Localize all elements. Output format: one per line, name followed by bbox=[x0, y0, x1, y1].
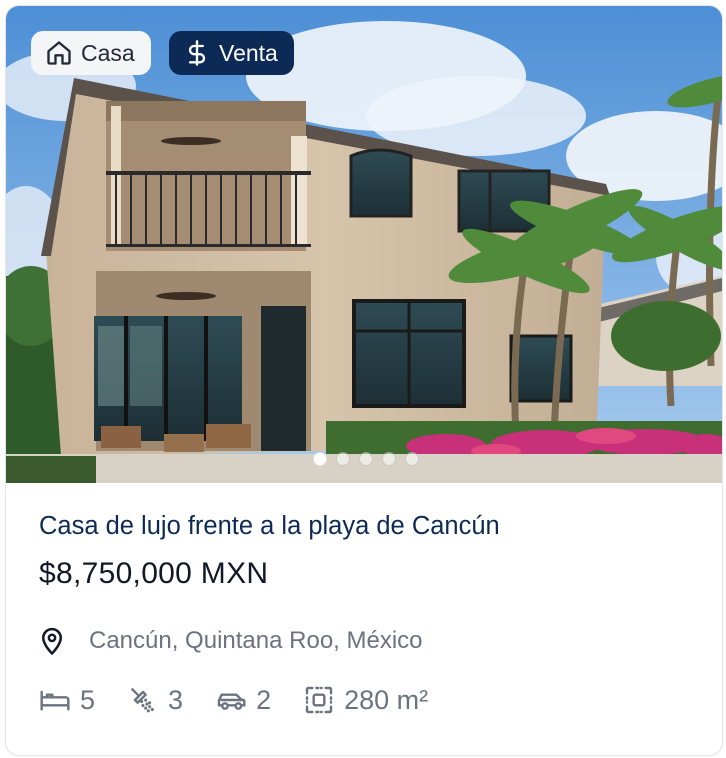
operation-badge: Venta bbox=[169, 31, 294, 75]
gallery-pagination bbox=[313, 452, 419, 466]
feature-bathrooms: 3 bbox=[127, 684, 183, 716]
feature-bedrooms: 5 bbox=[39, 684, 95, 716]
area-value: 280 m² bbox=[344, 684, 429, 715]
listing-price: $8,750,000 MXN bbox=[39, 557, 269, 590]
parking-count: 2 bbox=[256, 684, 272, 715]
gallery-dot[interactable] bbox=[313, 452, 327, 466]
property-type-label: Casa bbox=[81, 39, 135, 66]
area-icon bbox=[305, 686, 333, 714]
location-row: Cancún, Quintana Roo, México bbox=[37, 626, 423, 656]
bathrooms-count: 3 bbox=[168, 684, 184, 715]
bed-icon bbox=[40, 690, 70, 711]
shower-icon bbox=[131, 688, 154, 713]
gallery-dot[interactable] bbox=[359, 452, 373, 466]
home-icon bbox=[47, 41, 71, 65]
feature-parking: 2 bbox=[215, 684, 271, 716]
property-photo[interactable]: Casa Venta bbox=[6, 6, 722, 483]
gallery-dot[interactable] bbox=[405, 452, 419, 466]
map-pin-icon bbox=[42, 627, 62, 655]
gallery-dot[interactable] bbox=[336, 452, 350, 466]
bedrooms-count: 5 bbox=[80, 684, 96, 715]
car-icon bbox=[217, 693, 246, 710]
feature-area: 280 m² bbox=[303, 684, 428, 716]
dollar-icon bbox=[188, 40, 206, 66]
property-type-badge: Casa bbox=[31, 31, 151, 75]
features-row: 5 3 2 280 m² bbox=[39, 684, 460, 716]
operation-label: Venta bbox=[219, 39, 278, 66]
property-card[interactable]: Casa Venta Casa de lujo frente a la play… bbox=[5, 5, 723, 756]
gallery-dot[interactable] bbox=[382, 452, 396, 466]
location-text: Cancún, Quintana Roo, México bbox=[89, 627, 423, 654]
listing-title[interactable]: Casa de lujo frente a la playa de Cancún bbox=[39, 512, 500, 541]
